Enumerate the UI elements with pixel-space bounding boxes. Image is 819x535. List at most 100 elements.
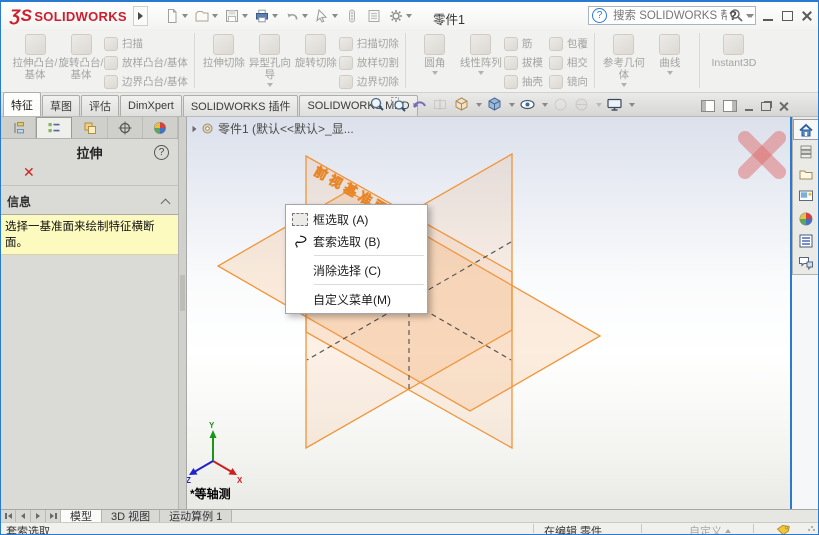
maximize-button[interactable] xyxy=(782,11,793,21)
menu-item-clear-selection[interactable]: 消除选择 (C) xyxy=(286,259,427,281)
collapse-left-pane-icon[interactable] xyxy=(701,100,715,112)
zoom-area-button[interactable] xyxy=(390,96,407,113)
options-button[interactable] xyxy=(386,7,414,25)
view-palette-tab[interactable] xyxy=(793,186,819,207)
draft-button[interactable]: 拔模 xyxy=(504,55,543,70)
configuration-manager-tab[interactable] xyxy=(72,117,107,138)
boundary-cut-button[interactable]: 边界切除 xyxy=(339,74,399,89)
cancel-x-watermark[interactable] xyxy=(745,138,779,172)
collapse-right-pane-icon[interactable] xyxy=(723,100,737,112)
expand-arrow-icon[interactable] xyxy=(193,125,197,131)
sweep-button[interactable]: 扫描 xyxy=(104,36,188,51)
previous-view-button[interactable] xyxy=(411,96,428,113)
display-style-dropdown-icon[interactable] xyxy=(509,103,515,107)
select-button[interactable] xyxy=(312,7,340,25)
scene-canvas[interactable]: 前视基准面 Y X Z xyxy=(187,117,790,509)
file-properties-button[interactable] xyxy=(364,7,384,25)
view-settings-dropdown-icon[interactable] xyxy=(629,103,635,107)
rebuild-button[interactable] xyxy=(342,7,362,25)
mirror-button[interactable]: 镜向 xyxy=(549,74,588,89)
last-tab-button[interactable] xyxy=(46,510,61,522)
unit-system-tag-icon[interactable] xyxy=(776,524,790,535)
edit-appearance-button[interactable] xyxy=(552,96,569,113)
lofted-cut-button[interactable]: 放样切割 xyxy=(339,55,399,70)
zoom-fit-button[interactable] xyxy=(369,96,386,113)
doc-restore-button[interactable] xyxy=(761,102,771,111)
search-input[interactable] xyxy=(611,9,729,23)
revolved-cut-button[interactable]: 旋转切除 xyxy=(293,31,339,90)
button-label: Instant3D xyxy=(711,57,756,69)
curves-button[interactable]: 曲线 xyxy=(647,31,693,90)
doc-close-button[interactable] xyxy=(779,102,788,111)
file-explorer-tab[interactable] xyxy=(793,164,819,185)
fillet-button[interactable]: 圆角 xyxy=(412,31,458,90)
custom-properties-tab[interactable] xyxy=(793,230,819,251)
print-button[interactable] xyxy=(252,7,280,25)
menu-item-customize-menu[interactable]: 自定义菜单(M) xyxy=(286,288,427,310)
display-style-button[interactable] xyxy=(486,96,503,113)
view-settings-button[interactable] xyxy=(606,96,623,113)
tab-dimxpert[interactable]: DimXpert xyxy=(120,95,182,116)
hole-wizard-button[interactable]: 异型孔向导 xyxy=(247,31,293,90)
reference-geometry-button[interactable]: 参考几何体 xyxy=(601,31,647,90)
customize-status-button[interactable]: 自定义 xyxy=(689,523,731,535)
splitter-handle[interactable] xyxy=(180,275,185,311)
hide-show-dropdown-icon[interactable] xyxy=(542,103,548,107)
boundary-boss-button[interactable]: 边界凸台/基体 xyxy=(104,74,188,89)
close-button[interactable] xyxy=(802,11,812,21)
undo-button[interactable] xyxy=(282,7,310,25)
menu-item-lasso-select[interactable]: 套索选取 (B) xyxy=(286,230,427,252)
revolved-boss-button[interactable]: 旋转凸台/基体 xyxy=(58,31,104,90)
tree-item-label[interactable]: 零件1 (默认<<默认>_显... xyxy=(218,120,354,137)
linear-pattern-button[interactable]: 线性阵列 xyxy=(458,31,504,90)
apply-scene-button[interactable] xyxy=(573,96,590,113)
intersect-button[interactable]: 相交 xyxy=(549,55,588,70)
tab-sketch[interactable]: 草图 xyxy=(42,95,80,116)
menu-flyout-button[interactable] xyxy=(133,6,148,26)
help-dropdown-icon[interactable] xyxy=(748,14,754,18)
extruded-cut-button[interactable]: 拉伸切除 xyxy=(201,31,247,90)
section-view-button[interactable] xyxy=(432,96,449,113)
swept-cut-button[interactable]: 扫描切除 xyxy=(339,36,399,51)
shell-button[interactable]: 抽壳 xyxy=(504,74,543,89)
new-button[interactable] xyxy=(162,7,190,25)
forum-tab[interactable] xyxy=(793,253,819,274)
display-manager-tab[interactable] xyxy=(143,117,178,138)
panel-help-icon[interactable]: ? xyxy=(154,145,169,160)
menu-item-box-select[interactable]: 框选取 (A) xyxy=(286,208,427,230)
dimxpert-manager-tab[interactable] xyxy=(108,117,143,138)
hide-show-items-button[interactable] xyxy=(519,96,536,113)
feature-tree-tab[interactable] xyxy=(1,117,36,138)
info-section-header[interactable]: 信息 xyxy=(1,190,178,215)
minimize-button[interactable] xyxy=(763,11,773,21)
open-button[interactable] xyxy=(192,7,220,25)
loft-boss-button[interactable]: 放样凸台/基体 xyxy=(104,55,188,70)
tab-addins[interactable]: SOLIDWORKS 插件 xyxy=(183,95,299,116)
3d-views-tab[interactable]: 3D 视图 xyxy=(102,510,160,522)
wrap-button[interactable]: 包覆 xyxy=(549,36,588,51)
extruded-boss-button[interactable]: 拉伸凸台/基体 xyxy=(12,31,58,90)
panel-splitter[interactable] xyxy=(179,117,187,509)
model-tab[interactable]: 模型 xyxy=(61,510,102,522)
resize-grip[interactable] xyxy=(808,524,815,531)
motion-study-tab[interactable]: 运动算例 1 xyxy=(160,510,232,522)
save-button[interactable] xyxy=(222,7,250,25)
help-button[interactable]: ? xyxy=(729,8,737,23)
view-orientation-dropdown-icon[interactable] xyxy=(476,103,482,107)
doc-minimize-button[interactable] xyxy=(745,102,753,111)
home-tab[interactable] xyxy=(793,119,819,140)
view-orientation-button[interactable] xyxy=(453,96,470,113)
previous-tab-button[interactable] xyxy=(16,510,31,522)
tab-evaluate[interactable]: 评估 xyxy=(81,95,119,116)
design-library-tab[interactable] xyxy=(793,141,819,162)
first-tab-button[interactable] xyxy=(1,510,16,522)
next-tab-button[interactable] xyxy=(31,510,46,522)
apply-scene-dropdown-icon[interactable] xyxy=(596,103,602,107)
cancel-button[interactable]: ✕ xyxy=(1,165,178,183)
property-manager-tab[interactable] xyxy=(36,117,72,138)
rib-button[interactable]: 筋 xyxy=(504,36,543,51)
graphics-viewport[interactable]: 零件1 (默认<<默认>_显... 前视基准面 xyxy=(187,117,790,509)
instant3d-button[interactable]: Instant3D xyxy=(706,31,762,90)
appearances-tab[interactable] xyxy=(793,208,819,229)
tab-features[interactable]: 特征 xyxy=(3,92,41,116)
